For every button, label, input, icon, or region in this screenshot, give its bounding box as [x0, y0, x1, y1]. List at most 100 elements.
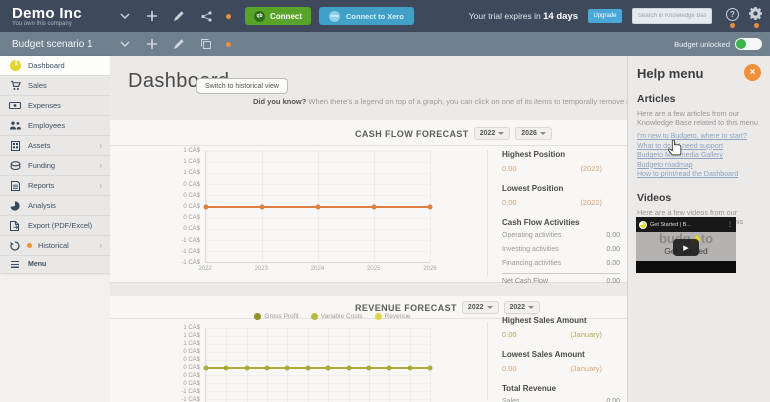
sidebar-item-analysis[interactable]: Analysis	[0, 196, 110, 216]
videos-heading: Videos	[637, 192, 761, 204]
video-menu-dots-icon: ⋮	[727, 221, 733, 228]
sidebar-item-label: Expenses	[28, 101, 61, 110]
revenue-year-from-dropdown[interactable]: 2022	[462, 301, 499, 314]
legend-item-gross-profit[interactable]: Gross Profit	[254, 313, 298, 320]
sidebar-item-sales[interactable]: Sales	[0, 76, 110, 96]
lowest-position-label: Lowest Position	[502, 184, 622, 193]
revenue-forecast-card: REVENUE FORECAST 2022 2022 Gross Profit …	[110, 296, 627, 402]
revenue-y-axis: 1 CA$1 CA$1 CA$0 CA$0 CA$0 CA$0 CA$0 CA$…	[175, 328, 205, 402]
video-bottom-bar	[636, 261, 736, 273]
dashboard-pie-icon	[8, 60, 22, 71]
article-link[interactable]: Budgeto roadmap	[637, 161, 761, 171]
document-icon	[8, 181, 22, 191]
article-link[interactable]: Budgeto Multimedia Gallery	[637, 151, 761, 161]
get-started-video-thumbnail[interactable]: Get Started | B... ⋮ budgto Get Started …	[636, 217, 736, 273]
sidebar-nav: Dashboard Sales Expenses Employees Asset…	[0, 56, 110, 274]
connect-xero-button[interactable]: xero Connect to Xero	[319, 7, 414, 25]
cashflow-y-axis: 1 CA$1 CA$1 CA$0 CA$0 CA$0 CA$0 CA$0 CA$…	[175, 151, 205, 263]
chevron-right-icon: ›	[99, 141, 102, 150]
connect-quickbooks-button[interactable]: qb Connect	[245, 7, 311, 25]
toggle-knob	[736, 39, 746, 49]
duplicate-scenario-icon[interactable]	[199, 37, 213, 51]
legend-dot	[254, 313, 261, 320]
help-menu-panel: Help menu × Articles Here are a few arti…	[627, 56, 770, 402]
legend-dot	[375, 313, 382, 320]
add-scenario-icon[interactable]	[145, 37, 159, 51]
export-icon	[8, 221, 22, 231]
sidebar-item-label: Employees	[28, 121, 65, 130]
revenue-chart-legend: Gross Profit Variable Costs Revenue	[205, 313, 460, 320]
connect-xero-label: Connect to Xero	[346, 12, 404, 21]
scenario-notification-dot	[226, 42, 231, 47]
sidebar-item-label: Historical	[38, 241, 69, 250]
edit-company-icon[interactable]	[172, 9, 186, 23]
sidebar-item-menu[interactable]: Menu	[0, 256, 110, 274]
revenue-stats-panel: Highest Sales Amount 0.00(January) Lowes…	[502, 316, 622, 402]
sidebar-item-label: Funding	[28, 161, 55, 170]
company-dropdown-chevron-icon[interactable]	[118, 9, 132, 23]
article-link[interactable]: How to print/read the Dashboard	[637, 170, 761, 180]
xero-icon: xero	[329, 11, 340, 22]
historical-notification-dot	[27, 243, 32, 248]
help-question-icon[interactable]: ?	[726, 8, 739, 21]
sidebar-item-label: Sales	[28, 81, 47, 90]
knowledge-base-search-input[interactable]	[632, 8, 712, 24]
scenario-bar: Budget scenario 1	[0, 32, 770, 56]
revenue-forecast-title: REVENUE FORECAST	[355, 303, 457, 313]
sidebar-item-historical[interactable]: Historical ›	[0, 236, 110, 256]
sidebar-item-expenses[interactable]: Expenses	[0, 96, 110, 116]
play-button-icon[interactable]: ▶	[673, 239, 699, 256]
add-company-icon[interactable]	[145, 9, 159, 23]
chevron-right-icon: ›	[99, 181, 102, 190]
revenue-year-to-dropdown[interactable]: 2022	[504, 301, 541, 314]
article-link[interactable]: What to do if I need support	[637, 142, 761, 152]
scenario-dropdown-chevron-icon[interactable]	[118, 37, 132, 51]
sidebar-item-reports[interactable]: Reports ›	[0, 176, 110, 196]
share-icon[interactable]	[199, 9, 213, 23]
sidebar-item-label: Menu	[28, 261, 46, 268]
pie-chart-icon	[8, 201, 22, 211]
sidebar-item-employees[interactable]: Employees	[0, 116, 110, 136]
articles-description: Here are a few articles from our Knowled…	[637, 109, 761, 127]
video-title-bar: Get Started | B... ⋮	[636, 217, 736, 232]
divider	[487, 150, 488, 276]
sidebar-item-export[interactable]: Export (PDF/Excel)	[0, 216, 110, 236]
cart-icon	[8, 80, 22, 91]
sidebar-item-funding[interactable]: Funding ›	[0, 156, 110, 176]
history-clock-icon	[8, 241, 22, 251]
budget-lock-toggle[interactable]	[735, 38, 762, 50]
cashflow-year-from-dropdown[interactable]: 2022	[474, 127, 511, 140]
company-subtitle: You own this company	[12, 21, 110, 27]
edit-scenario-icon[interactable]	[172, 37, 186, 51]
sidebar-item-label: Analysis	[28, 201, 56, 210]
cashflow-x-axis: 20222023202420252026	[205, 266, 430, 276]
activity-row: Operating activities0.00	[502, 232, 620, 239]
top-header-bar: Demo Inc You own this company qb Connect…	[0, 0, 770, 32]
trial-expiry-text: Your trial expires in 14 days	[469, 11, 578, 22]
legend-item-variable-costs[interactable]: Variable Costs	[311, 313, 363, 320]
highest-sales-label: Highest Sales Amount	[502, 316, 622, 325]
sidebar-item-label: Assets	[28, 141, 51, 150]
legend-dot	[311, 313, 318, 320]
sidebar-item-dashboard[interactable]: Dashboard	[0, 56, 110, 76]
article-link[interactable]: I'm new to Budgeto, where to start?	[637, 132, 761, 142]
cashflow-year-to-dropdown[interactable]: 2026	[515, 127, 552, 140]
company-name: Demo Inc	[12, 6, 110, 21]
sidebar-item-assets[interactable]: Assets ›	[0, 136, 110, 156]
sidebar-item-label: Dashboard	[28, 61, 65, 70]
switch-historical-view-button[interactable]: Switch to historical view	[196, 78, 288, 94]
company-block: Demo Inc You own this company	[12, 6, 110, 27]
revenue-plot-area	[205, 328, 430, 402]
legend-item-revenue[interactable]: Revenue	[375, 313, 411, 320]
revenue-chart: 1 CA$1 CA$1 CA$0 CA$0 CA$0 CA$0 CA$0 CA$…	[175, 328, 430, 402]
highest-sales-period: (January)	[570, 330, 602, 339]
did-you-know-tip: Did you know? When there's a legend on t…	[253, 97, 683, 106]
people-icon	[8, 121, 22, 130]
highest-position-period: (2022)	[580, 164, 602, 173]
activity-row: Investing activities0.00	[502, 246, 620, 253]
upgrade-button[interactable]: Upgrade	[588, 9, 622, 23]
lowest-position-period: (2022)	[580, 198, 602, 207]
total-revenue-title: Total Revenue	[502, 384, 622, 393]
close-icon[interactable]: ×	[744, 64, 761, 81]
chevron-down-icon	[487, 306, 493, 309]
